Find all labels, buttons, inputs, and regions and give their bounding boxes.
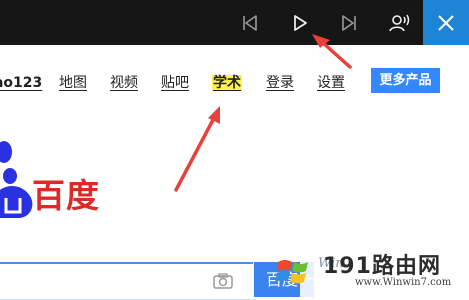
close-button[interactable] bbox=[423, 0, 469, 45]
nav-link-tieba[interactable]: 贴吧 bbox=[161, 75, 189, 91]
voice-button[interactable] bbox=[382, 0, 418, 45]
media-control-bar bbox=[0, 0, 469, 45]
more-products-button[interactable]: 更多产品 bbox=[371, 68, 440, 93]
nav-link-settings[interactable]: 设置 bbox=[317, 75, 345, 91]
baidu-logo-text: 百度 bbox=[32, 176, 100, 215]
voice-icon bbox=[389, 14, 410, 31]
nav-link-login[interactable]: 登录 bbox=[266, 75, 294, 91]
arrow-to-xueshu-link bbox=[174, 106, 220, 192]
skip-next-button[interactable] bbox=[332, 0, 366, 45]
baidu-paw-logo-icon bbox=[0, 141, 33, 218]
nav-link-map[interactable]: 地图 bbox=[59, 75, 87, 91]
nav-link-xueshu[interactable]: 学术 bbox=[212, 75, 242, 91]
nav-link-video[interactable]: 视频 bbox=[110, 75, 138, 91]
windows-logo-icon bbox=[275, 260, 308, 284]
nav-link-hao123[interactable]: hao123 bbox=[0, 75, 42, 91]
play-button[interactable] bbox=[283, 0, 317, 45]
watermark-name: 路由网 bbox=[371, 254, 441, 279]
watermark-number: 191 bbox=[323, 254, 372, 279]
watermark-url: www.Winwin7.com bbox=[355, 277, 452, 288]
skip-next-icon bbox=[342, 14, 356, 31]
close-icon bbox=[438, 14, 454, 31]
camera-icon[interactable] bbox=[213, 273, 233, 289]
skip-previous-button[interactable] bbox=[232, 0, 268, 45]
play-icon bbox=[294, 14, 307, 31]
skip-previous-icon bbox=[243, 14, 257, 31]
watermark-title: 191路由网 bbox=[323, 248, 441, 280]
